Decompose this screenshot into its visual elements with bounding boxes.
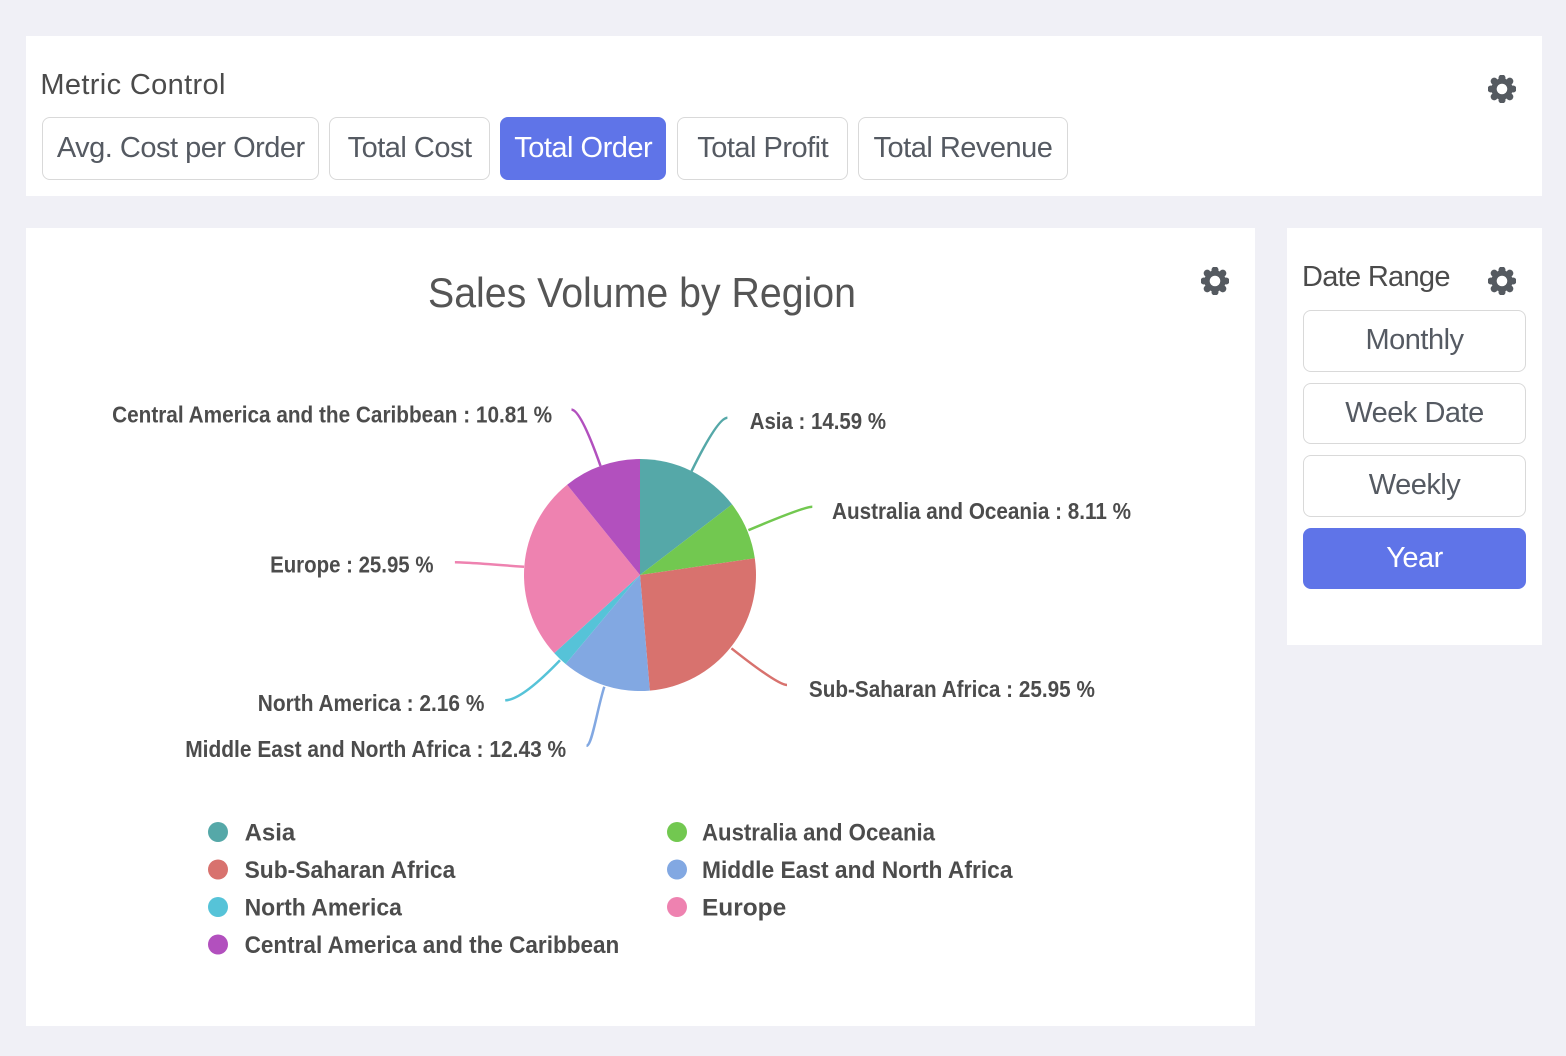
svg-text:Europe : 25.95 %: Europe : 25.95 % — [270, 552, 433, 578]
svg-text:North America: North America — [245, 894, 403, 921]
svg-text:Sub-Saharan Africa : 25.95 %: Sub-Saharan Africa : 25.95 % — [809, 676, 1095, 702]
svg-text:Australia and Oceania: Australia and Oceania — [702, 819, 936, 846]
svg-text:Australia and Oceania : 8.11 %: Australia and Oceania : 8.11 % — [832, 498, 1131, 524]
svg-text:Middle East and North Africa :: Middle East and North Africa : 12.43 % — [185, 736, 566, 762]
svg-text:North America : 2.16 %: North America : 2.16 % — [258, 690, 485, 716]
svg-text:Asia: Asia — [245, 819, 296, 846]
svg-text:Sales Volume by Region: Sales Volume by Region — [428, 269, 856, 316]
svg-text:Europe: Europe — [702, 894, 786, 921]
svg-text:Central America and the Caribb: Central America and the Caribbean — [245, 932, 620, 959]
svg-text:Asia : 14.59 %: Asia : 14.59 % — [750, 408, 886, 434]
svg-text:Sub-Saharan Africa: Sub-Saharan Africa — [245, 857, 456, 884]
svg-text:Central America and the Caribb: Central America and the Caribbean : 10.8… — [112, 402, 552, 428]
svg-text:Middle East and North Africa: Middle East and North Africa — [702, 857, 1013, 884]
